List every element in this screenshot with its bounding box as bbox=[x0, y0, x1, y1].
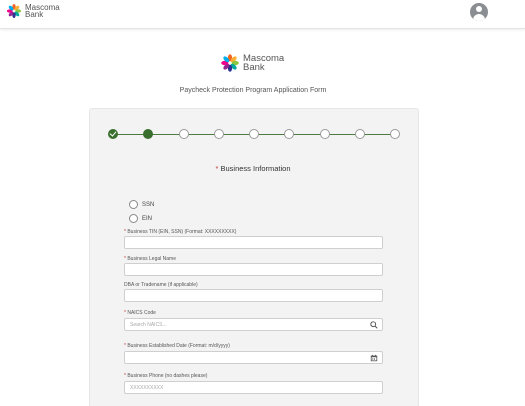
search-icon[interactable] bbox=[370, 321, 378, 329]
phone-input[interactable]: XXXXXXXXXX bbox=[124, 381, 383, 394]
required-marker: * bbox=[124, 229, 126, 235]
form-brand-name: Mascoma Bank bbox=[243, 54, 284, 73]
dba-label-text: DBA or Tradename (if applicable) bbox=[124, 282, 198, 288]
form-title: Paycheck Protection Program Application … bbox=[179, 87, 327, 94]
dba-input[interactable] bbox=[124, 289, 383, 302]
section-title-text: Business Information bbox=[220, 164, 291, 173]
radio-ssn-label: SSN bbox=[142, 201, 155, 208]
tin-input[interactable] bbox=[124, 236, 383, 249]
progress-step[interactable] bbox=[213, 129, 224, 139]
tin-label: * Business TIN (EIN, SSN) (Format: XXXXX… bbox=[124, 229, 236, 235]
naics-label: * NAICS Code bbox=[124, 310, 156, 316]
progress-step[interactable] bbox=[319, 129, 330, 139]
dba-label: DBA or Tradename (if applicable) bbox=[124, 282, 198, 288]
progress-step[interactable] bbox=[390, 129, 400, 139]
user-avatar-icon[interactable] bbox=[470, 3, 488, 21]
established-date-label-text: Business Established Date (Format: m/d/y… bbox=[127, 343, 230, 349]
required-marker: * bbox=[215, 164, 219, 173]
required-marker: * bbox=[124, 256, 126, 262]
established-date-input[interactable] bbox=[124, 351, 383, 364]
radio-ein-label: EIN bbox=[142, 215, 153, 222]
calendar-icon[interactable] bbox=[370, 354, 378, 362]
mascoma-logo-icon bbox=[221, 54, 239, 72]
section-title: * Business Information bbox=[0, 164, 506, 173]
legal-name-input[interactable] bbox=[124, 263, 383, 276]
brand-name-line2: Bank bbox=[25, 10, 44, 19]
phone-label: * Business Phone (no dashes please) bbox=[124, 373, 207, 379]
progress-stepper bbox=[108, 128, 400, 140]
phone-placeholder: XXXXXXXXXX bbox=[130, 385, 164, 391]
progress-step[interactable] bbox=[108, 129, 118, 139]
radio-ssn[interactable]: SSN bbox=[129, 200, 154, 209]
form-brand-name-line2: Bank bbox=[243, 62, 265, 73]
progress-step[interactable] bbox=[178, 129, 189, 139]
brand-logo[interactable]: Mascoma Bank bbox=[6, 3, 60, 19]
naics-search-input[interactable]: Search NAICS... bbox=[124, 318, 383, 331]
required-marker: * bbox=[124, 310, 126, 316]
tin-label-text: Business TIN (EIN, SSN) (Format: XXXXXXX… bbox=[127, 229, 237, 235]
check-icon bbox=[109, 129, 117, 137]
phone-label-text: Business Phone (no dashes please) bbox=[127, 373, 208, 379]
established-date-label: * Business Established Date (Format: m/d… bbox=[124, 343, 230, 349]
legal-name-label-text: Business Legal Name bbox=[127, 256, 176, 262]
progress-step[interactable] bbox=[354, 129, 365, 139]
required-marker: * bbox=[124, 343, 126, 349]
avatar-head bbox=[476, 6, 482, 12]
top-bar: Mascoma Bank bbox=[0, 0, 525, 29]
mascoma-logo-icon bbox=[6, 3, 22, 19]
avatar-body bbox=[473, 13, 485, 21]
progress-step[interactable] bbox=[143, 129, 154, 139]
brand-name: Mascoma Bank bbox=[25, 3, 60, 19]
form-brand-logo: Mascoma Bank bbox=[220, 53, 284, 73]
legal-name-label: * Business Legal Name bbox=[124, 256, 176, 262]
required-marker: * bbox=[124, 373, 126, 379]
naics-placeholder: Search NAICS... bbox=[130, 322, 167, 328]
progress-step[interactable] bbox=[249, 129, 259, 139]
radio-ein[interactable]: EIN bbox=[129, 214, 152, 223]
naics-label-text: NAICS Code bbox=[127, 310, 156, 316]
radio-ssn-circle[interactable] bbox=[129, 200, 138, 209]
progress-step[interactable] bbox=[284, 129, 295, 139]
radio-ein-circle[interactable] bbox=[129, 214, 138, 223]
